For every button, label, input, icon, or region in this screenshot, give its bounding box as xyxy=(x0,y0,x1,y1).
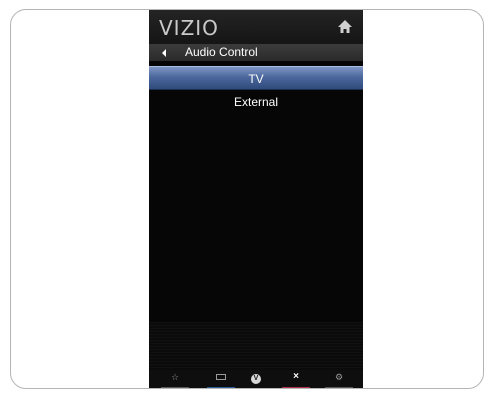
star-icon: ☆ xyxy=(170,372,180,382)
menu-header: Audio Control xyxy=(149,44,363,61)
button-underline xyxy=(161,387,189,388)
close-icon: × xyxy=(293,371,299,382)
menu-list: TV External xyxy=(149,66,363,114)
button-underline xyxy=(282,387,310,388)
menu-option-label: External xyxy=(233,95,279,109)
back-arrow-icon[interactable] xyxy=(162,49,166,57)
menu-title: Audio Control xyxy=(185,45,258,59)
bottom-button-bar: ☆ V × ⚙ xyxy=(149,370,363,388)
device-frame: VIZIO Audio Control TV External ☆ V × ⚙ xyxy=(10,9,484,389)
home-icon[interactable] xyxy=(337,19,353,35)
menu-option-label: TV xyxy=(248,72,264,86)
tv-screen: VIZIO Audio Control TV External ☆ V × ⚙ xyxy=(149,10,363,388)
top-bar: VIZIO xyxy=(149,10,363,44)
settings-icon: ⚙ xyxy=(334,372,344,382)
input-button[interactable] xyxy=(207,371,235,388)
settings-button[interactable]: ⚙ xyxy=(325,371,353,388)
menu-option-external[interactable]: External xyxy=(149,90,363,114)
vizio-logo: VIZIO xyxy=(159,16,219,40)
button-underline xyxy=(325,387,353,388)
favorites-button[interactable]: ☆ xyxy=(161,371,189,388)
input-icon xyxy=(207,371,235,383)
v-icon: V xyxy=(244,371,268,384)
button-underline xyxy=(207,387,235,388)
menu-option-tv[interactable]: TV xyxy=(149,66,363,90)
close-button[interactable]: × xyxy=(282,371,310,388)
bottom-band xyxy=(149,322,363,370)
v-button[interactable]: V xyxy=(244,371,268,388)
